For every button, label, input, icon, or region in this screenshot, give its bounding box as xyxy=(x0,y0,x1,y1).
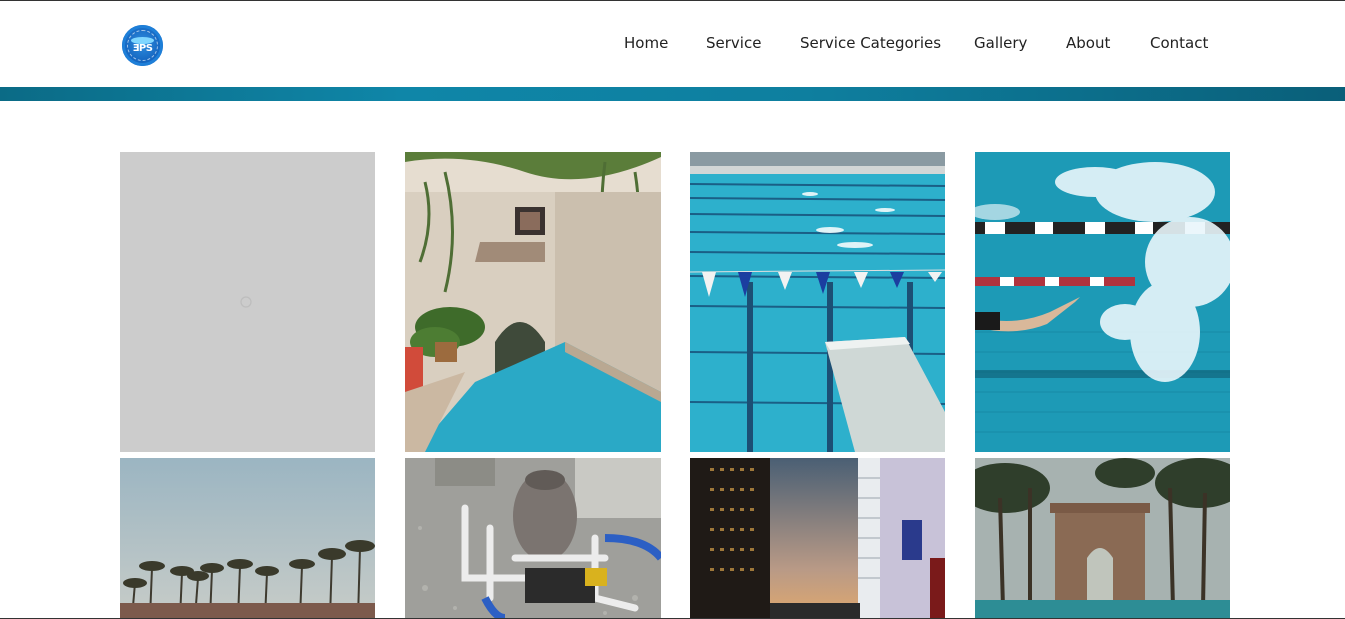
nav-home[interactable]: Home xyxy=(624,34,668,52)
gallery-image-pool-equipment[interactable] xyxy=(405,458,661,618)
lap-pool-image xyxy=(690,152,945,452)
gallery-image-courtyard-pool[interactable] xyxy=(405,152,661,452)
loading-spinner-icon xyxy=(240,296,252,308)
nav-gallery[interactable]: Gallery xyxy=(974,34,1027,52)
gallery-image-palm-trees[interactable] xyxy=(120,458,375,618)
city-sunset-image xyxy=(690,458,945,618)
nav-contact[interactable]: Contact xyxy=(1150,34,1208,52)
gallery-image-palm-garden[interactable] xyxy=(975,458,1230,618)
palm-trees-image xyxy=(120,458,375,618)
nav-service-categories[interactable]: Service Categories xyxy=(800,34,941,52)
gallery-image-swimmer[interactable] xyxy=(975,152,1230,452)
site-header: ƎPS Home Service Service Categories Gall… xyxy=(0,1,1345,87)
pool-equipment-image xyxy=(405,458,661,618)
main-nav: Home Service Service Categories Gallery … xyxy=(0,34,1345,54)
palm-garden-image xyxy=(975,458,1230,618)
header-accent-band xyxy=(0,87,1345,101)
nav-service[interactable]: Service xyxy=(706,34,761,52)
gallery-image-lap-pool[interactable] xyxy=(690,152,945,452)
gallery-image-city-sunset[interactable] xyxy=(690,458,945,618)
swimmer-image xyxy=(975,152,1230,452)
nav-about[interactable]: About xyxy=(1066,34,1110,52)
gallery-image-placeholder[interactable] xyxy=(120,152,375,452)
courtyard-pool-image xyxy=(405,152,661,452)
